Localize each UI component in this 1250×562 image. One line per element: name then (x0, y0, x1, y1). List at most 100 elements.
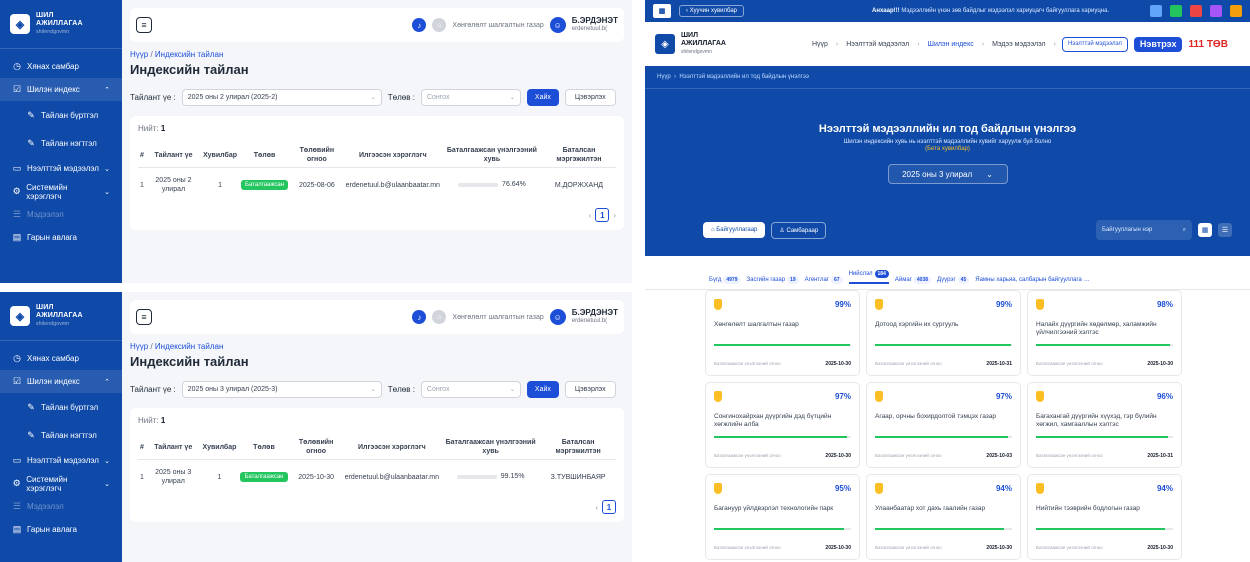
table-row[interactable]: 1 2025 оны 3 улирал 1 Баталгаажсан 2025-… (138, 460, 616, 495)
score-progress-bar (714, 528, 851, 530)
language-icon[interactable] (1190, 5, 1202, 17)
next-page-icon[interactable]: › (613, 211, 616, 220)
nav-home[interactable]: Нүүр (812, 41, 828, 48)
login-button[interactable]: Нэвтрэх (1133, 36, 1183, 52)
sidebar-item-report-register[interactable]: ✎ Тайлан бүртгэл (0, 393, 122, 421)
brand-line2: АЖИЛЛАГАА (36, 312, 83, 319)
font-size-icon[interactable] (1230, 5, 1242, 17)
sidebar-item-guide[interactable]: ▤ Гарын авлага (0, 518, 122, 541)
tab-by-dashboard[interactable]: ♙ Самбараар (771, 221, 827, 239)
portal-logo-icon[interactable]: ◈ (655, 34, 675, 54)
sidebar-item-dashboard[interactable]: ◷ Хянах самбар (0, 55, 122, 78)
breadcrumb-current[interactable]: Индексийн тайлан (155, 342, 223, 351)
score-progress-bar (456, 474, 497, 479)
open-data-button[interactable]: Нээлттэй мэдээлэл (1061, 36, 1128, 52)
category-tab[interactable]: Дүүрэг 45 (937, 270, 970, 289)
sidebar-item-guide[interactable]: ▤ Гарын авлага (0, 226, 122, 249)
gov-111-logo[interactable]: 111 ТӨВ (1188, 39, 1227, 49)
breadcrumb-home[interactable]: Нүүр (130, 50, 148, 59)
sidebar-item-report-summary[interactable]: ✎ Тайлан нэгтгэл (0, 421, 122, 449)
brand-logo-icon: ◈ (10, 14, 30, 34)
organization-card[interactable]: 97% Агаар, орчны бохирдолтой тэмцэх газар… (866, 382, 1021, 468)
brand[interactable]: ◈ ШИЛ АЖИЛЛАГАА shilendgovmn (0, 8, 122, 49)
organization-card[interactable]: 97% Сонгинохайрхан дүүргийн дэд бүтцийн х… (705, 382, 860, 468)
organization-search-input[interactable]: Байгууллагын нэр ⌕ (1096, 220, 1192, 240)
sidebar-item-dashboard[interactable]: ◷ Хянах самбар (0, 347, 122, 370)
sidebar-item-system-user[interactable]: ⚙ Системийн хэрэглэгч ⌄ (0, 472, 122, 495)
prev-page-icon[interactable]: ‹ (595, 503, 598, 512)
search-button[interactable]: Хайх (526, 89, 559, 106)
organization-card[interactable]: 94% Нийтийн тээврийн бодлогын газар Баталг… (1027, 474, 1182, 560)
date-label: Баталгаажсан үнэлгээний огноо (875, 545, 942, 550)
page-number[interactable]: 1 (595, 208, 610, 222)
theme-icon[interactable] (1210, 5, 1222, 17)
nav-open-data[interactable]: Нээлттэй мэдээлэл (846, 41, 909, 48)
accessibility-icon[interactable] (1170, 5, 1182, 17)
hero-subtitle: Шилэн индексийн хувь нь нээлттэй мэдээлл… (843, 139, 1052, 145)
table-row[interactable]: 1 2025 оны 2 улирал 1 Баталгаажсан 2025-… (138, 168, 616, 203)
category-tab-active[interactable]: Нийслэл 184 (848, 270, 889, 284)
period-select[interactable]: 2025 оны 3 улирал ⌄ (887, 164, 1008, 184)
brand[interactable]: ◈ ШИЛ АЖИЛЛАГАА shilendgovmn (0, 300, 122, 341)
nav-news[interactable]: Мэдээ мэдээлэл (992, 41, 1046, 48)
prev-page-icon[interactable]: ‹ (589, 211, 592, 220)
sidebar-item-data[interactable]: ☰ Мэдээлэл (0, 203, 122, 226)
category-tab[interactable]: Бүгд 4979 (709, 270, 741, 289)
organization-card[interactable]: 96% Багахангай дүүргийн хүүхэд, гэр бүлий… (1027, 382, 1182, 468)
score-percent: 94% (1156, 484, 1173, 493)
sidebar-nav: ◷ Хянах самбар ☑ Шилэн индекс ⌃ ✎ Тайлан бүр… (0, 341, 122, 541)
portal-brand: ШИЛ АЖИЛЛАГАА shilendgovmn (681, 32, 726, 55)
sidebar-item-report-summary[interactable]: ✎ Тайлан нэгтгэл (0, 129, 122, 157)
nav-index[interactable]: Шилэн индекс (928, 41, 974, 48)
clear-button[interactable]: Цэвэрлэх (564, 89, 616, 106)
old-version-button[interactable]: ‹ Хуучин хувилбар (679, 5, 745, 17)
breadcrumb-current[interactable]: Индексийн тайлан (155, 50, 223, 59)
sidebar-item-index[interactable]: ☑ Шилэн индекс ⌃ (0, 78, 122, 101)
chevron-down-icon: ⌄ (986, 169, 993, 179)
dashboard-icon: ◷ (13, 353, 21, 363)
page-number[interactable]: 1 (602, 500, 616, 514)
sidebar-item-data[interactable]: ☰ Мэдээлэл (0, 495, 122, 518)
organization-card[interactable]: 98% Налайх дүүргийн хөдөлмөр, халамжийн ү… (1027, 290, 1182, 376)
flag-icon[interactable] (1150, 5, 1162, 17)
organization-card[interactable]: 94% Улаанбаатар хот дахь гаалийн газар Бат… (866, 474, 1021, 560)
tab-by-organization[interactable]: ⌂ Байгууллагаар (703, 222, 766, 238)
organization-card[interactable]: 99% Хөнгөлөлт шалгалтын газар Баталгаажсан… (705, 290, 860, 376)
user-avatar[interactable]: ☺ (549, 309, 566, 325)
user-menu[interactable]: Б.ЭРДЭНЭТ erdenetuul.b( (572, 308, 618, 326)
menu-toggle-icon[interactable]: ≡ (136, 17, 152, 33)
user-menu[interactable]: Б.ЭРДЭНЭТ erdenetuul.b( (572, 16, 618, 34)
score-date: 2025-10-30 (825, 361, 851, 367)
status-select[interactable]: Сонгох ⌄ (420, 89, 521, 106)
pagination: ‹ 1 (138, 500, 616, 514)
list-icon: ☰ (12, 209, 22, 219)
list-view-icon[interactable]: ☰ (1218, 223, 1232, 237)
period-select[interactable]: 2025 оны 2 улирал (2025-2) ⌄ (181, 89, 382, 106)
sidebar-item-index[interactable]: ☑ Шилэн индекс ⌃ (0, 370, 122, 393)
sidebar-item-open-data[interactable]: ▭ Нээлттэй мэдээлэл ⌄ (0, 157, 122, 180)
menu-toggle-icon[interactable]: ≡ (136, 309, 152, 325)
sidebar-item-open-data[interactable]: ▭ Нээлттэй мэдээлэл ⌄ (0, 449, 122, 472)
category-tab[interactable]: Засгийн газар 19 (746, 270, 799, 289)
clear-button[interactable]: Цэвэрлэх (564, 381, 616, 398)
category-tab[interactable]: Агентлаг 67 (805, 270, 843, 289)
user-avatar[interactable]: ☺ (549, 17, 566, 33)
score-percent: 97% (995, 392, 1012, 401)
organization-card[interactable]: 95% Багануур үйлдвэрлэл технологийн парк Б… (705, 474, 860, 560)
dashboard-icon: ◷ (13, 61, 21, 71)
status-badge: Баталгаажсан (241, 180, 289, 190)
category-tab[interactable]: Яамны харьяа, салбарын байгууллага … (975, 270, 1090, 289)
score-percent: 99% (995, 300, 1012, 309)
notification-icon[interactable]: ♪ (412, 18, 427, 32)
breadcrumb-home[interactable]: Нүүр (130, 342, 148, 351)
period-select[interactable]: 2025 оны 3 улирал (2025-3) ⌄ (181, 381, 382, 398)
sidebar-item-report-register[interactable]: ✎ Тайлан бүртгэл (0, 101, 122, 129)
status-select[interactable]: Сонгох ⌄ (420, 381, 521, 398)
organization-card[interactable]: 99% Дотоод хэргийн их сургууль Баталгаажса… (866, 290, 1021, 376)
notification-icon[interactable]: ♪ (412, 310, 427, 324)
search-button[interactable]: Хайх (526, 381, 559, 398)
org-avatar: ⌂ (432, 18, 447, 32)
sidebar-item-system-user[interactable]: ⚙ Системийн хэрэглэгч ⌄ (0, 180, 122, 203)
grid-view-icon[interactable]: ▦ (1198, 223, 1212, 237)
category-tab[interactable]: Аймаг 4038 (895, 270, 932, 289)
